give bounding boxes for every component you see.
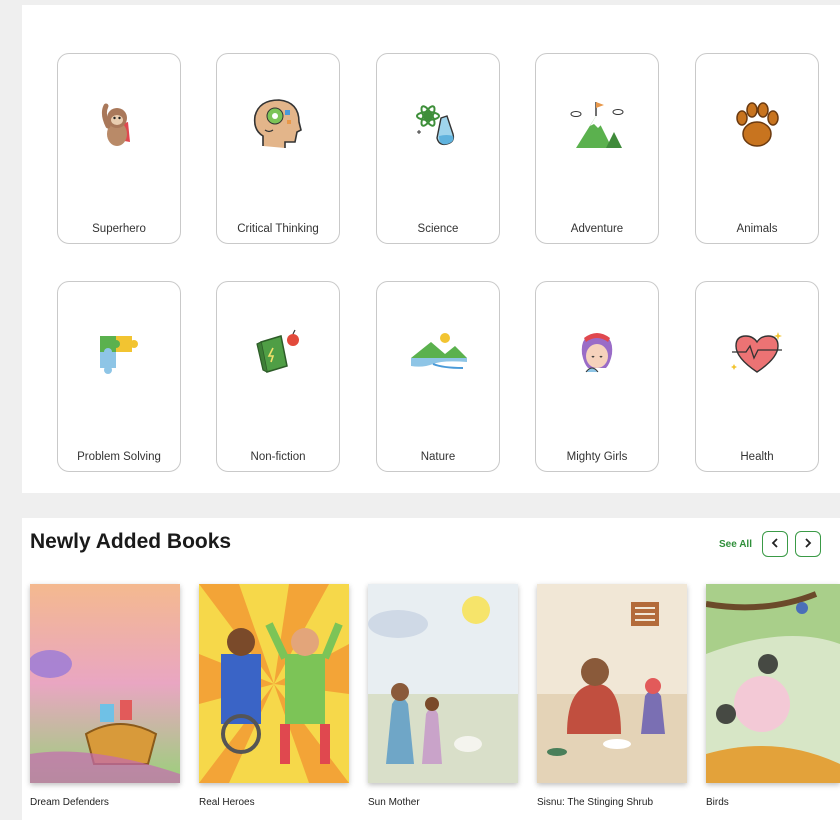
- category-label: Superhero: [92, 223, 146, 235]
- category-label: Nature: [420, 451, 456, 463]
- book-title: Sisnu: The Stinging Shrub: [537, 797, 654, 808]
- see-all-link[interactable]: See All: [719, 539, 752, 550]
- book-card-dream-defenders[interactable]: Dream Defenders: [30, 584, 180, 818]
- atom-flask-icon: [403, 96, 473, 156]
- category-label: Adventure: [570, 223, 624, 235]
- category-card-non-fiction[interactable]: Non-fiction: [216, 281, 340, 472]
- book-cover: [368, 584, 518, 783]
- brain-gear-icon: [243, 96, 313, 156]
- category-card-animals[interactable]: Animals: [695, 53, 819, 244]
- book-cover: [706, 584, 840, 783]
- chevron-right-icon: [802, 537, 814, 552]
- paw-print-icon: [722, 96, 792, 156]
- book-card-birds[interactable]: Birds: [706, 584, 840, 818]
- category-label: Problem Solving: [77, 451, 161, 463]
- chevron-left-icon: [769, 537, 781, 552]
- category-card-nature[interactable]: Nature: [376, 281, 500, 472]
- book-cover: [537, 584, 687, 783]
- category-label: Mighty Girls: [566, 451, 628, 463]
- section-title: Newly Added Books: [30, 530, 232, 553]
- categories-panel: Superhero Critical Thinking Science Adve…: [22, 5, 840, 493]
- mountain-flag-icon: [562, 96, 632, 156]
- book-card-real-heroes[interactable]: Real Heroes: [199, 584, 349, 818]
- newly-added-books-section: Newly Added Books See All Dream Defender…: [22, 518, 840, 820]
- book-cover: [30, 584, 180, 783]
- category-label: Science: [417, 223, 459, 235]
- heartbeat-icon: [722, 324, 792, 384]
- girl-face-icon: [562, 324, 632, 384]
- book-title: Dream Defenders: [30, 797, 109, 808]
- book-title: Birds: [706, 797, 729, 808]
- category-card-science[interactable]: Science: [376, 53, 500, 244]
- sloth-superhero-icon: [84, 96, 154, 156]
- puzzle-icon: [84, 324, 154, 384]
- carousel-prev-button[interactable]: [762, 531, 788, 557]
- book-title: Sun Mother: [368, 797, 420, 808]
- category-card-critical-thinking[interactable]: Critical Thinking: [216, 53, 340, 244]
- category-label: Non-fiction: [250, 451, 306, 463]
- book-card-sun-mother[interactable]: Sun Mother: [368, 584, 518, 818]
- category-card-problem-solving[interactable]: Problem Solving: [57, 281, 181, 472]
- category-card-superhero[interactable]: Superhero: [57, 53, 181, 244]
- book-apple-icon: [243, 324, 313, 384]
- landscape-river-icon: [403, 324, 473, 384]
- category-label: Animals: [736, 223, 778, 235]
- carousel-next-button[interactable]: [795, 531, 821, 557]
- book-cover: [199, 584, 349, 783]
- category-card-health[interactable]: Health: [695, 281, 819, 472]
- book-title: Real Heroes: [199, 797, 255, 808]
- category-label: Health: [740, 451, 774, 463]
- category-label: Critical Thinking: [237, 223, 319, 235]
- category-card-adventure[interactable]: Adventure: [535, 53, 659, 244]
- category-card-mighty-girls[interactable]: Mighty Girls: [535, 281, 659, 472]
- book-card-sisnu-the-stinging-shrub[interactable]: Sisnu: The Stinging Shrub: [537, 584, 687, 818]
